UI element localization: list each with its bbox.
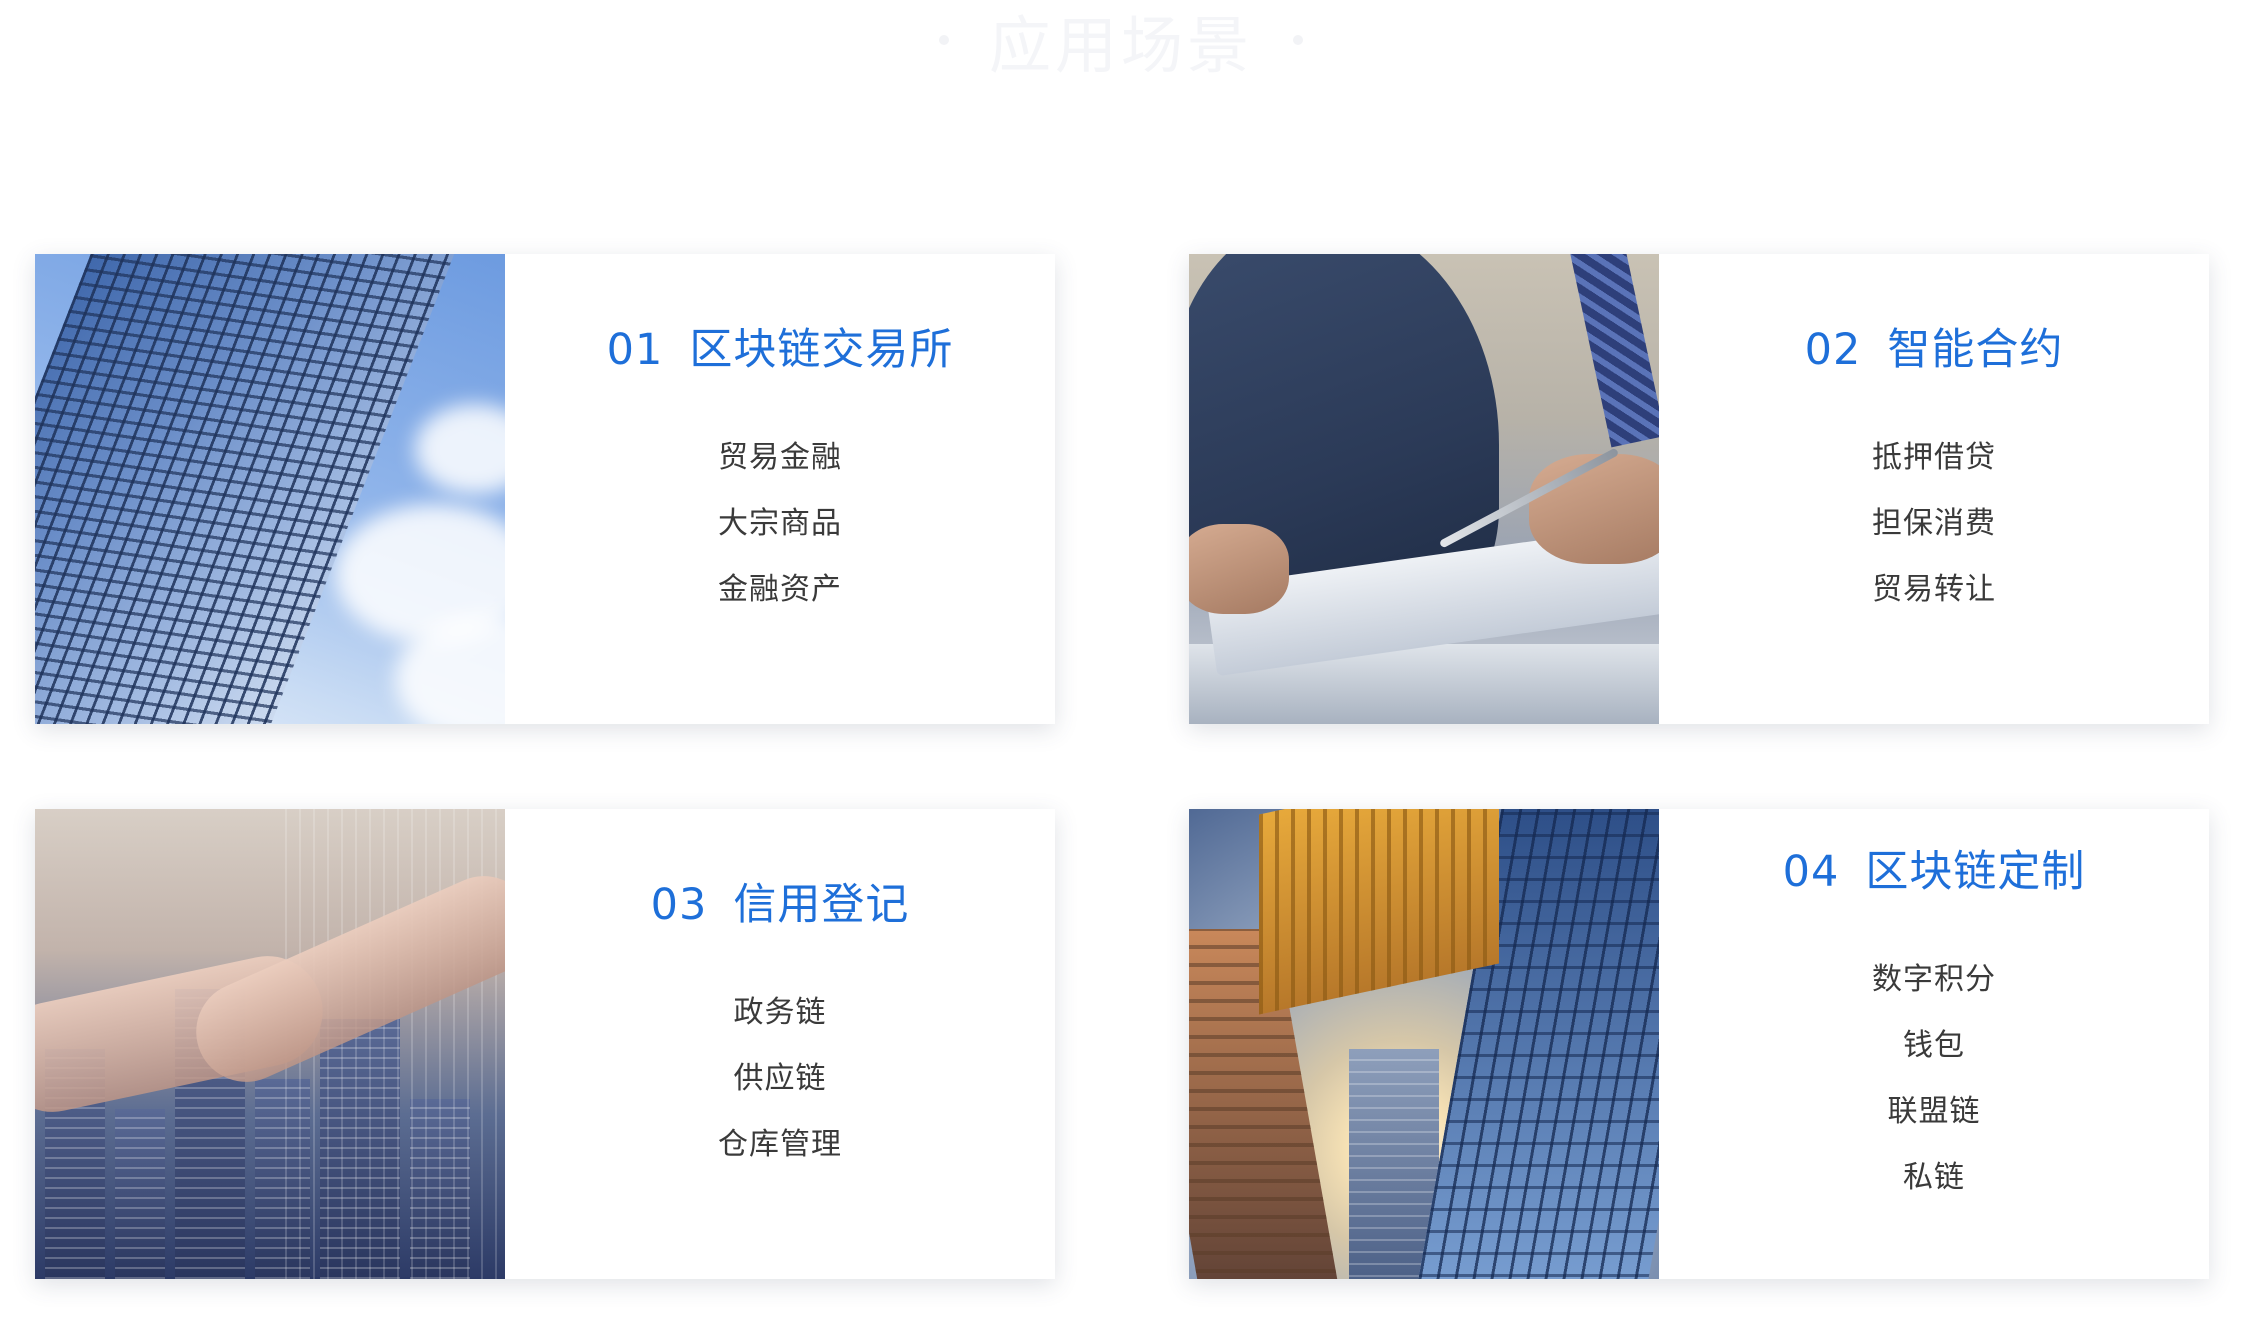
- card-number: 01: [606, 325, 664, 375]
- card-feature-list: 贸易金融 大宗商品 金融资产: [718, 425, 842, 623]
- list-item: 钱包: [1903, 1028, 1965, 1063]
- list-item: 金融资产: [718, 572, 842, 607]
- business-meeting-photo: [1189, 254, 1659, 724]
- list-item: 供应链: [733, 1061, 827, 1096]
- section-heading: 应用场景: [0, 0, 2242, 82]
- card-feature-list: 抵押借贷 担保消费 贸易转让: [1872, 425, 1996, 623]
- scenario-card-credit-registry[interactable]: 03 信用登记 政务链 供应链 仓库管理: [35, 809, 1055, 1279]
- card-feature-list: 数字积分 钱包 联盟链 私链: [1872, 947, 1996, 1211]
- card-title: 02 智能合约: [1805, 315, 2064, 377]
- scenario-card-exchange[interactable]: 01 区块链交易所 贸易金融 大宗商品 金融资产: [35, 254, 1055, 724]
- list-item: 抵押借贷: [1872, 440, 1996, 475]
- card-title-text: 信用登记: [733, 880, 910, 930]
- card-title: 04 区块链定制: [1783, 837, 2086, 899]
- heading-left-dot: [938, 35, 949, 45]
- scenario-card-smart-contract[interactable]: 02 智能合约 抵押借贷 担保消费 贸易转让: [1189, 254, 2209, 724]
- card-number: 03: [650, 880, 708, 930]
- heading-right-dot: [1293, 35, 1303, 45]
- list-item: 数字积分: [1872, 962, 1996, 997]
- card-number: 04: [1782, 847, 1840, 897]
- scenario-card-blockchain-custom[interactable]: 04 区块链定制 数字积分 钱包 联盟链 私链: [1189, 809, 2209, 1279]
- list-item: 大宗商品: [718, 506, 842, 541]
- list-item: 担保消费: [1872, 506, 1996, 541]
- list-item: 贸易转让: [1872, 572, 1996, 607]
- card-content: 03 信用登记 政务链 供应链 仓库管理: [505, 809, 1055, 1279]
- list-item: 私链: [1903, 1160, 1965, 1195]
- towers-upward-photo: [1189, 809, 1659, 1279]
- card-feature-list: 政务链 供应链 仓库管理: [718, 980, 842, 1178]
- list-item: 仓库管理: [718, 1127, 842, 1162]
- list-item: 政务链: [733, 995, 827, 1030]
- skyscraper-photo: [35, 254, 505, 724]
- list-item: 贸易金融: [718, 440, 842, 475]
- card-number: 02: [1804, 325, 1862, 375]
- card-title-text: 区块链定制: [1865, 847, 2086, 897]
- card-title-text: 智能合约: [1887, 325, 2064, 375]
- list-item: 联盟链: [1887, 1094, 1981, 1129]
- card-title-text: 区块链交易所: [689, 325, 954, 375]
- section-heading-text: 应用场景: [988, 9, 1253, 82]
- handshake-city-photo: [35, 809, 505, 1279]
- card-content: 04 区块链定制 数字积分 钱包 联盟链 私链: [1659, 809, 2209, 1279]
- card-content: 01 区块链交易所 贸易金融 大宗商品 金融资产: [505, 254, 1055, 724]
- card-content: 02 智能合约 抵押借贷 担保消费 贸易转让: [1659, 254, 2209, 724]
- card-title: 01 区块链交易所: [607, 315, 954, 377]
- card-title: 03 信用登记: [651, 870, 910, 932]
